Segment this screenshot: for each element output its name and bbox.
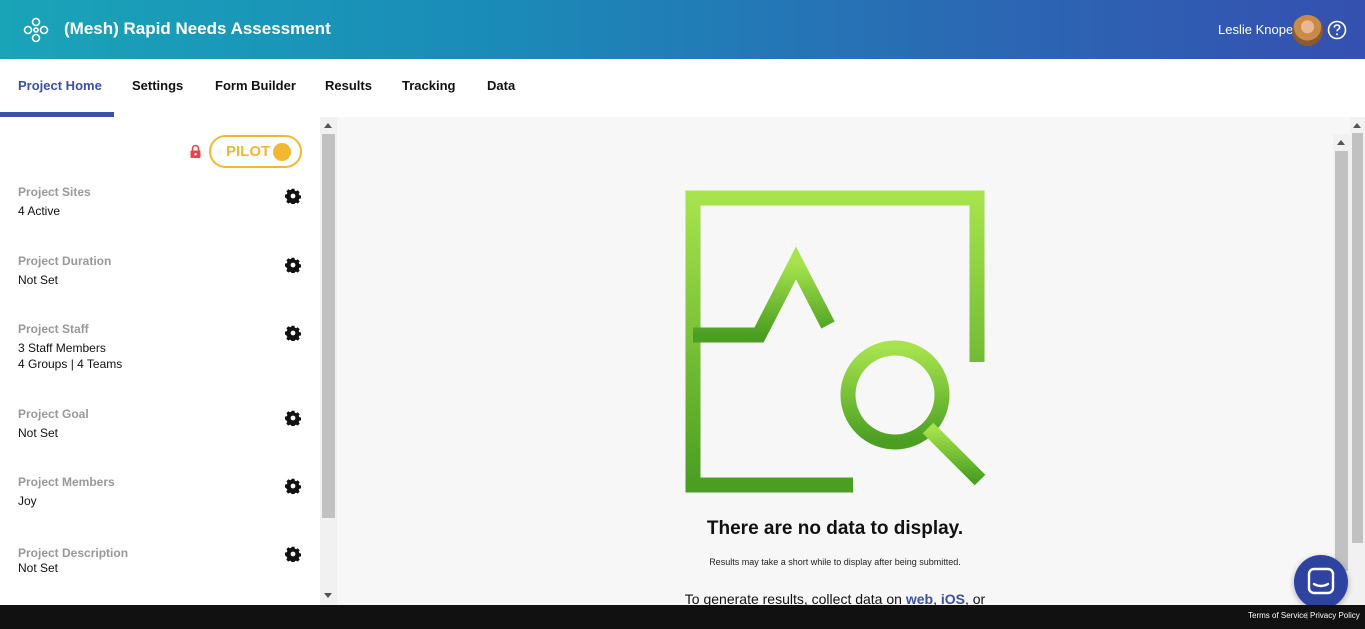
scroll-down-arrow-icon[interactable] bbox=[324, 593, 332, 598]
chat-icon bbox=[1307, 567, 1335, 595]
tab-data[interactable]: Data bbox=[487, 78, 515, 93]
tab-form-builder[interactable]: Form Builder bbox=[215, 78, 296, 93]
tab-tracking[interactable]: Tracking bbox=[402, 78, 455, 93]
scroll-up-arrow-icon[interactable] bbox=[1337, 140, 1345, 145]
no-data-illustration-icon bbox=[685, 190, 986, 493]
gear-icon[interactable] bbox=[285, 478, 301, 494]
main-scrollbar[interactable] bbox=[1333, 134, 1350, 605]
setting-label: Project Staff bbox=[18, 322, 89, 336]
setting-project-members: Project Members Joy bbox=[18, 475, 308, 508]
tab-results[interactable]: Results bbox=[325, 78, 372, 93]
app-title: (Mesh) Rapid Needs Assessment bbox=[64, 19, 331, 38]
setting-project-goal: Project Goal Not Set bbox=[18, 407, 308, 440]
setting-label: Project Description bbox=[18, 546, 129, 560]
app-header: (Mesh) Rapid Needs Assessment Leslie Kno… bbox=[0, 0, 1365, 59]
setting-label: Project Members bbox=[18, 475, 115, 489]
avatar[interactable] bbox=[1292, 15, 1323, 46]
gear-icon[interactable] bbox=[285, 410, 301, 426]
tab-settings[interactable]: Settings bbox=[132, 78, 183, 93]
scroll-up-arrow-icon[interactable] bbox=[1353, 123, 1361, 128]
setting-project-sites: Project Sites 4 Active bbox=[18, 185, 308, 218]
empty-state-subtitle: Results may take a short while to displa… bbox=[709, 557, 961, 567]
terms-link[interactable]: Terms of Service bbox=[1248, 611, 1308, 620]
setting-project-duration: Project Duration Not Set bbox=[18, 254, 308, 287]
lock-icon bbox=[190, 144, 201, 158]
pilot-status-label: PILOT bbox=[226, 143, 271, 160]
gear-icon[interactable] bbox=[285, 257, 301, 273]
main-scroll-thumb[interactable] bbox=[1335, 151, 1348, 571]
footer: Terms of Service | Privacy Policy bbox=[0, 605, 1365, 629]
page-scroll-thumb[interactable] bbox=[1352, 133, 1363, 543]
setting-value: 3 Staff Members bbox=[18, 341, 106, 355]
setting-value: Not Set bbox=[18, 426, 59, 440]
tab-project-home[interactable]: Project Home bbox=[18, 78, 102, 93]
mesh-logo-icon[interactable] bbox=[22, 16, 50, 44]
gear-icon[interactable] bbox=[285, 188, 301, 204]
gear-icon[interactable] bbox=[285, 325, 301, 341]
setting-project-staff: Project Staff 3 Staff Members 4 Groups |… bbox=[18, 322, 308, 371]
empty-state-title: There are no data to display. bbox=[706, 518, 964, 539]
setting-value-secondary: 4 Groups | 4 Teams bbox=[18, 357, 123, 371]
setting-label: Project Duration bbox=[18, 254, 112, 268]
setting-value: Not Set bbox=[18, 273, 59, 287]
sidebar-scroll-thumb[interactable] bbox=[322, 134, 335, 518]
setting-label: Project Goal bbox=[18, 407, 89, 421]
scroll-up-arrow-icon[interactable] bbox=[324, 123, 332, 128]
page-scrollbar[interactable] bbox=[1350, 117, 1365, 605]
pilot-status-dot bbox=[273, 143, 291, 161]
tab-bar: Project Home Settings Form Builder Resul… bbox=[0, 59, 1365, 117]
setting-label: Project Sites bbox=[18, 185, 91, 199]
setting-project-description: Project Description Not Set bbox=[18, 546, 308, 575]
setting-value: 4 Active bbox=[18, 204, 61, 218]
pilot-status-toggle[interactable]: PILOT bbox=[209, 135, 302, 168]
chat-launcher-button[interactable] bbox=[1294, 555, 1348, 609]
setting-value: Joy bbox=[18, 494, 37, 508]
gear-icon[interactable] bbox=[285, 546, 301, 562]
sidebar-scrollbar[interactable] bbox=[320, 117, 337, 605]
setting-value: Not Set bbox=[18, 561, 59, 575]
help-circle-icon[interactable] bbox=[1327, 20, 1347, 40]
user-name[interactable]: Leslie Knope bbox=[1218, 22, 1293, 37]
project-sidebar: PILOT Project Sites 4 Active Project Dur… bbox=[0, 117, 320, 605]
results-panel: There are no data to display. Results ma… bbox=[337, 117, 1365, 607]
footer-separator: | bbox=[1306, 611, 1309, 620]
privacy-link[interactable]: Privacy Policy bbox=[1310, 611, 1360, 620]
